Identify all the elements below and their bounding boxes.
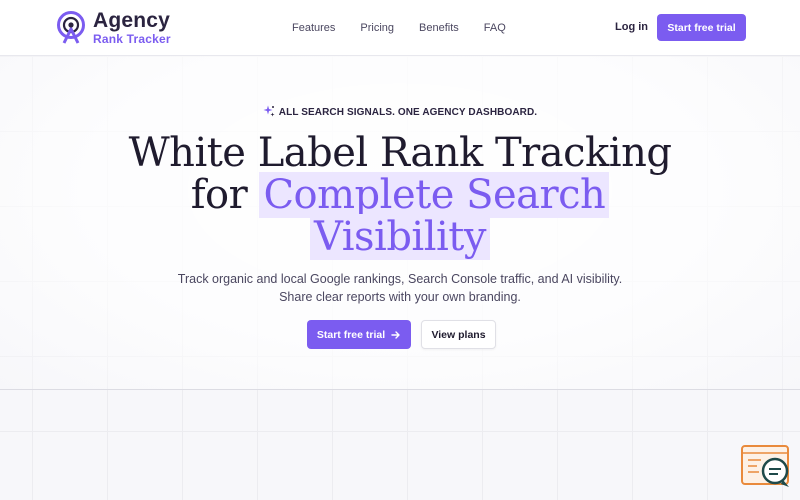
nav-item-features[interactable]: Features	[292, 22, 335, 34]
hero-eyebrow: ALL SEARCH SIGNALS. ONE AGENCY DASHBOARD…	[0, 105, 800, 118]
headline-highlight-2: Visibility	[310, 214, 490, 260]
eyebrow-text: ALL SEARCH SIGNALS. ONE AGENCY DASHBOARD…	[278, 107, 538, 118]
site-header: Agency Rank Tracker Features Pricing Ben…	[0, 0, 800, 56]
chat-support-icon	[741, 445, 789, 487]
hero-subtitle: Track organic and local Google rankings,…	[0, 270, 800, 306]
hero-divider	[0, 389, 800, 390]
brand-logo[interactable]: Agency Rank Tracker	[55, 10, 171, 45]
nav-item-faq[interactable]: FAQ	[484, 22, 506, 34]
headline-line1: White Label Rank Tracking	[128, 130, 672, 176]
sparkle-icon	[263, 105, 275, 117]
hero-start-trial-label: Start free trial	[316, 328, 386, 341]
nav-item-benefits[interactable]: Benefits	[419, 22, 459, 34]
target-pin-icon	[57, 10, 85, 44]
login-link[interactable]: Log in	[615, 21, 648, 33]
arrow-right-icon	[391, 330, 400, 339]
chat-support-widget[interactable]	[741, 445, 793, 489]
hero-headline: White Label Rank Tracking for Complete S…	[0, 130, 800, 260]
headline-for: for	[190, 172, 248, 218]
view-plans-button[interactable]: View plans	[421, 320, 496, 349]
subtitle-line1: Track organic and local Google rankings,…	[177, 272, 623, 286]
main-nav: Features Pricing Benefits FAQ	[292, 0, 531, 56]
nav-item-pricing[interactable]: Pricing	[360, 22, 394, 34]
headline-highlight-1: Complete Search	[259, 172, 610, 218]
subtitle-line2: Share clear reports with your own brandi…	[279, 290, 521, 304]
hero-cta-row: Start free trial View plans	[307, 320, 496, 349]
brand-sub: Rank Tracker	[93, 32, 171, 46]
header-start-trial-button[interactable]: Start free trial	[657, 14, 746, 41]
brand-name: Agency	[93, 9, 171, 32]
hero-start-trial-button[interactable]: Start free trial	[307, 320, 411, 349]
